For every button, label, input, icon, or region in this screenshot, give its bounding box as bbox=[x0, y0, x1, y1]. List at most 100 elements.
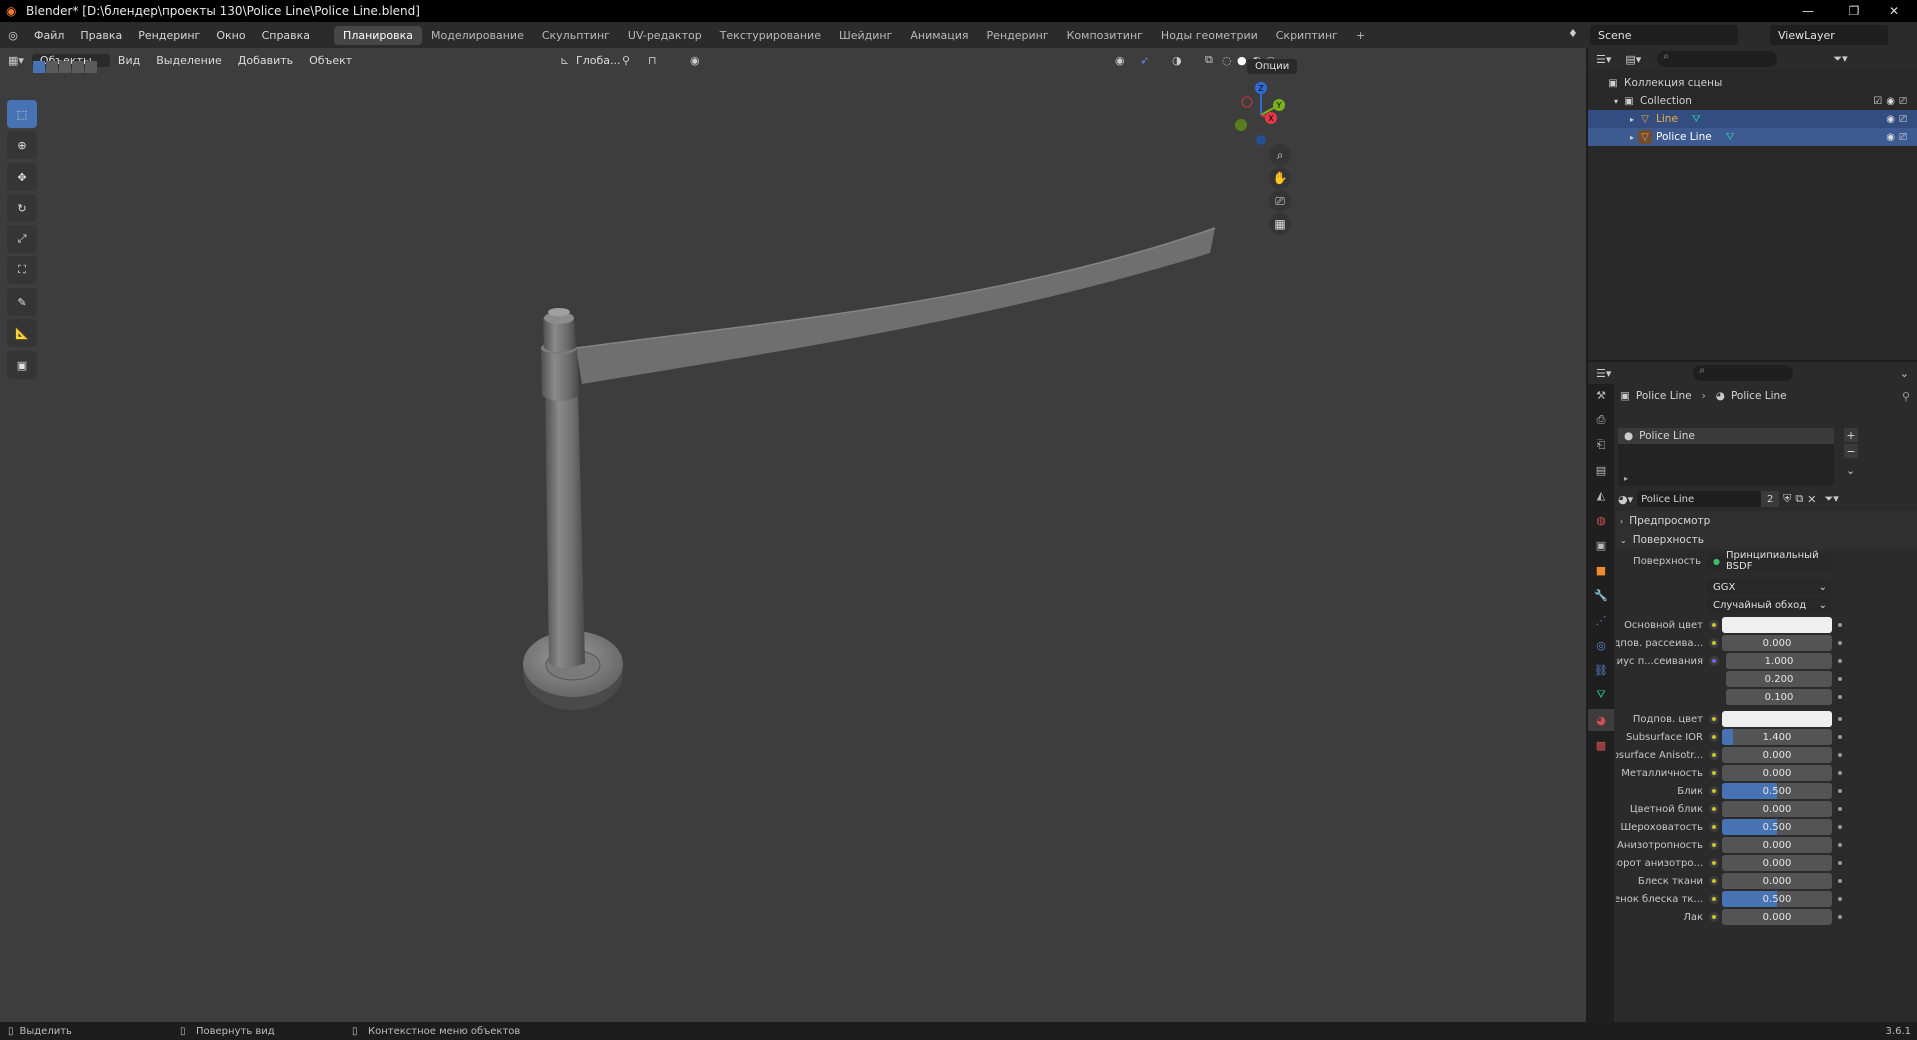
slot-menu-icon[interactable]: ⌄ bbox=[1846, 464, 1855, 477]
value-slider[interactable]: 0.000 bbox=[1722, 909, 1832, 925]
value-slider[interactable]: 0.500 bbox=[1722, 783, 1832, 799]
outliner-row-collection[interactable]: ▾ ▣ Collection ☑◉⎚ bbox=[1588, 92, 1917, 110]
socket-icon[interactable] bbox=[1709, 656, 1719, 666]
tab-rendering[interactable]: Рендеринг bbox=[978, 26, 1058, 45]
constraints-tab-icon[interactable]: ⛓ bbox=[1588, 659, 1614, 681]
value-slider[interactable]: 0.500 bbox=[1722, 819, 1832, 835]
value-slider[interactable]: 0.000 bbox=[1722, 747, 1832, 763]
keyframe-icon[interactable] bbox=[1838, 695, 1842, 699]
material-tab-icon[interactable]: ◕ bbox=[1588, 709, 1614, 731]
socket-icon[interactable] bbox=[1709, 876, 1719, 886]
cursor-tool[interactable]: ⊕ bbox=[7, 131, 37, 159]
tab-sculpting[interactable]: Скульптинг bbox=[533, 26, 619, 45]
keyframe-icon[interactable] bbox=[1838, 641, 1842, 645]
color-swatch[interactable] bbox=[1722, 711, 1832, 727]
tab-uv-editing[interactable]: UV-редактор bbox=[619, 26, 711, 45]
keyframe-icon[interactable] bbox=[1838, 915, 1842, 919]
value-slider[interactable]: 0.000 bbox=[1722, 765, 1832, 781]
data-tab-icon[interactable]: ⛛ bbox=[1588, 684, 1614, 706]
keyframe-icon[interactable] bbox=[1838, 717, 1842, 721]
gizmo-toggle-icon[interactable]: ➶ bbox=[1140, 54, 1149, 67]
preview-section[interactable]: › Предпросмотр bbox=[1616, 511, 1917, 531]
header-dropdown-icon[interactable]: ⌄ bbox=[1900, 367, 1909, 380]
keyframe-icon[interactable] bbox=[1838, 659, 1842, 663]
add-slot-button[interactable]: + bbox=[1844, 428, 1858, 442]
texture-tab-icon[interactable]: ▩ bbox=[1588, 734, 1614, 756]
particles-tab-icon[interactable]: ⋰ bbox=[1588, 609, 1614, 631]
add-cube-tool[interactable]: ▣ bbox=[7, 351, 37, 379]
socket-icon[interactable] bbox=[1709, 858, 1719, 868]
scale-tool[interactable]: ⤢ bbox=[7, 225, 37, 253]
value-slider[interactable]: 0.000 bbox=[1722, 837, 1832, 853]
subsurface-method-selector[interactable]: Случайный обход ⌄ bbox=[1707, 596, 1831, 614]
collection-tab-icon[interactable]: ▣ bbox=[1588, 534, 1614, 556]
filter-icon[interactable]: ⏷▾ bbox=[1833, 52, 1847, 66]
tab-scripting[interactable]: Скриптинг bbox=[1267, 26, 1347, 45]
navigation-gizmo[interactable]: Z Y X bbox=[1226, 80, 1296, 150]
remove-slot-button[interactable]: − bbox=[1844, 444, 1858, 458]
proportional-edit-icon[interactable]: ◉ bbox=[690, 54, 700, 67]
output-tab-icon[interactable]: ⎗ bbox=[1588, 434, 1614, 456]
tool-tab-icon[interactable]: ⚒ bbox=[1588, 384, 1614, 406]
menu-edit[interactable]: Правка bbox=[72, 29, 130, 42]
material-browse-icon[interactable]: ◕▾ bbox=[1618, 493, 1633, 506]
select-subtract-icon[interactable] bbox=[59, 61, 71, 73]
properties-editor-icon[interactable]: ☰▾ bbox=[1596, 367, 1611, 380]
minimize-button[interactable]: — bbox=[1785, 0, 1831, 22]
tab-texturing[interactable]: Текстурирование bbox=[711, 26, 830, 45]
zoom-icon[interactable]: ⌕ bbox=[1269, 144, 1291, 166]
socket-icon[interactable] bbox=[1709, 732, 1719, 742]
outliner-row-line[interactable]: ▸ ▽ Line ⛛ ◉⎚ bbox=[1588, 110, 1917, 128]
value-slider[interactable]: 0.500 bbox=[1722, 891, 1832, 907]
keyframe-icon[interactable] bbox=[1838, 879, 1842, 883]
socket-icon[interactable] bbox=[1709, 786, 1719, 796]
value-slider[interactable]: 1.000 bbox=[1726, 653, 1832, 669]
editor-type-icon[interactable]: ▦▾ bbox=[0, 54, 32, 67]
socket-icon[interactable] bbox=[1709, 750, 1719, 760]
xray-icon[interactable]: ⧉ bbox=[1205, 53, 1213, 67]
tab-compositing[interactable]: Композитинг bbox=[1058, 26, 1152, 45]
surface-section[interactable]: ⌄ Поверхность bbox=[1616, 530, 1917, 550]
socket-icon[interactable] bbox=[1709, 804, 1719, 814]
link-mode-icon[interactable]: ⏷▾ bbox=[1824, 492, 1838, 506]
keyframe-icon[interactable] bbox=[1838, 623, 1842, 627]
collection-visibility-icons[interactable]: ☑◉⎚ bbox=[1873, 96, 1911, 107]
tab-geometry-nodes[interactable]: Ноды геометрии bbox=[1152, 26, 1267, 45]
value-slider[interactable]: 0.000 bbox=[1722, 635, 1832, 651]
keyframe-icon[interactable] bbox=[1838, 677, 1842, 681]
menu-object[interactable]: Объект bbox=[301, 54, 360, 67]
properties-search-input[interactable]: ⌕ bbox=[1693, 365, 1794, 381]
socket-icon[interactable] bbox=[1709, 840, 1719, 850]
blender-menu-icon[interactable]: ◎ bbox=[0, 29, 26, 42]
pan-hand-icon[interactable]: ✋ bbox=[1269, 167, 1291, 189]
pin-icon[interactable]: ⚲ bbox=[1902, 390, 1910, 403]
add-workspace-button[interactable]: + bbox=[1347, 26, 1374, 45]
keyframe-icon[interactable] bbox=[1838, 771, 1842, 775]
view-layer-tab-icon[interactable]: ▤ bbox=[1588, 459, 1614, 481]
modifier-tab-icon[interactable]: 🔧 bbox=[1588, 584, 1614, 606]
tab-animation[interactable]: Анимация bbox=[901, 26, 977, 45]
line-visibility-icons[interactable]: ◉⎚ bbox=[1886, 114, 1911, 125]
expand-arrow-icon[interactable]: ▸ bbox=[1630, 115, 1634, 124]
socket-icon[interactable] bbox=[1709, 912, 1719, 922]
solid-shading-icon[interactable]: ● bbox=[1237, 54, 1247, 67]
material-name-field[interactable]: Police Line bbox=[1637, 491, 1762, 507]
options-dropdown[interactable]: Опции bbox=[1247, 59, 1298, 74]
duplicate-material-icon[interactable]: ⧉ bbox=[1795, 492, 1803, 506]
expand-arrow-icon[interactable]: ▸ bbox=[1624, 474, 1628, 483]
display-mode-icon[interactable]: ▤▾ bbox=[1625, 53, 1641, 66]
outliner-editor-icon[interactable]: ☰▾ bbox=[1596, 53, 1611, 66]
keyframe-icon[interactable] bbox=[1838, 843, 1842, 847]
keyframe-icon[interactable] bbox=[1838, 807, 1842, 811]
world-tab-icon[interactable]: ◍ bbox=[1588, 509, 1614, 531]
scene-selector[interactable]: Scene bbox=[1590, 25, 1738, 45]
menu-file[interactable]: Файл bbox=[26, 29, 72, 42]
value-slider[interactable]: 0.100 bbox=[1726, 689, 1832, 705]
keyframe-icon[interactable] bbox=[1838, 735, 1842, 739]
wireframe-shading-icon[interactable]: ◌ bbox=[1222, 54, 1232, 67]
object-tab-icon[interactable]: ■ bbox=[1588, 559, 1614, 581]
view-layer-selector[interactable]: ViewLayer bbox=[1770, 25, 1888, 45]
socket-icon[interactable] bbox=[1709, 638, 1719, 648]
menu-window[interactable]: Окно bbox=[208, 29, 253, 42]
annotate-tool[interactable]: ✎ bbox=[7, 288, 37, 316]
